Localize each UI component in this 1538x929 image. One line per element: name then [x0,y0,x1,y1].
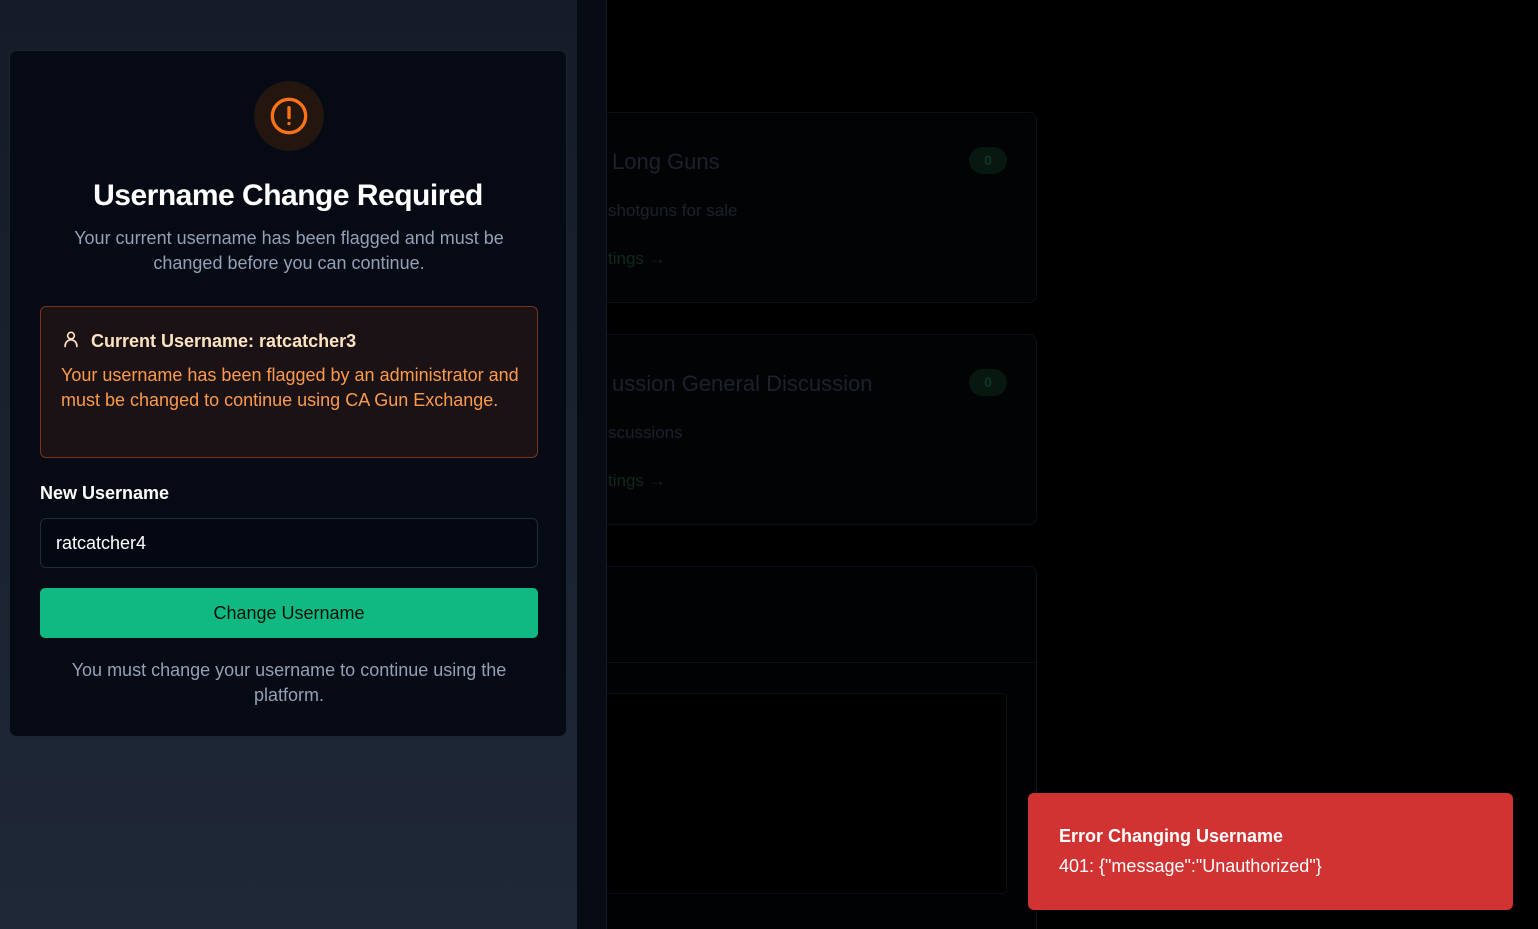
category-view-link: tings → [608,471,666,490]
alert-heading: Current Username: ratcatcher3 [61,329,356,354]
modal-footer-note: You must change your username to continu… [71,660,507,705]
category-description: scussions [608,423,683,442]
category-view-link: tings → [608,249,666,268]
error-toast[interactable]: Error Changing Username 401: {"message":… [1028,793,1513,910]
background-content: Long Guns shotguns for sale tings → 0 us… [607,0,1538,929]
background-category-card: ussion General Discussion scussions ting… [607,334,1037,525]
category-count-badge: 0 [969,147,1007,174]
new-username-label: New Username [40,483,170,503]
toast-message: 401: {"message":"Unauthorized"} [1059,856,1322,876]
category-title: ussion General Discussion [612,371,873,396]
category-count-badge: 0 [969,369,1007,396]
background-inner-panel [607,693,1007,894]
modal-subtitle: Your current username has been flagged a… [74,228,504,273]
modal-title: Username Change Required [93,179,483,212]
flagged-username-alert: Current Username: ratcatcher3 Your usern… [40,306,538,458]
panel-divider [577,0,607,929]
background-section-header [607,566,1037,663]
category-title: Long Guns [612,149,720,174]
alert-message: Your username has been flagged by an adm… [61,365,519,410]
alert-circle-icon [254,81,324,151]
toast-title: Error Changing Username [1059,826,1284,846]
category-description: shotguns for sale [608,201,738,220]
username-change-modal: Username Change Required Your current us… [9,50,567,737]
change-username-button[interactable]: Change Username [40,588,538,638]
new-username-input[interactable] [40,518,538,568]
user-icon [61,329,81,354]
background-category-card: Long Guns shotguns for sale tings → 0 [607,112,1037,303]
current-username-label: Current Username: ratcatcher3 [91,331,357,351]
